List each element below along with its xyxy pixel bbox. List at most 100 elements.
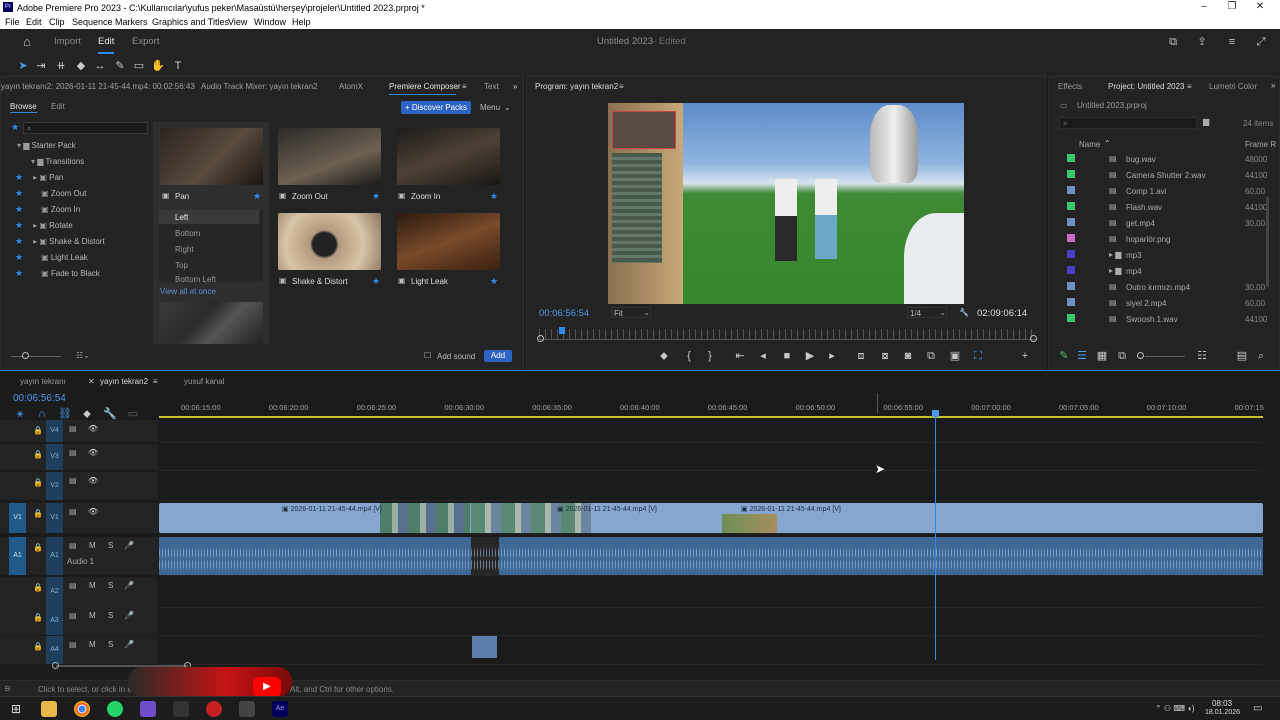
selection-tool-icon[interactable]: ➤: [16, 59, 30, 73]
thumb-extra-image[interactable]: [160, 302, 263, 344]
play-icon[interactable]: ▶: [803, 349, 817, 363]
tree-starter-pack[interactable]: ▾ ▆ Starter Pack: [1, 140, 151, 156]
playhead-handle[interactable]: [932, 410, 939, 417]
file-explorer-icon[interactable]: [41, 701, 57, 717]
panel-menu-icon[interactable]: ≡: [619, 82, 624, 91]
close-tab-icon[interactable]: ✕: [88, 377, 95, 386]
wrench-icon[interactable]: 🔧: [103, 407, 117, 421]
list-view-icon[interactable]: ☷⌄: [76, 351, 90, 360]
mic-icon[interactable]: 🎤: [124, 611, 134, 620]
star-icon[interactable]: ★: [490, 191, 498, 202]
seq-tab-3[interactable]: yusuf kanal: [184, 377, 224, 386]
home-icon[interactable]: ⌂: [20, 35, 34, 49]
hand-icon[interactable]: ✋: [151, 59, 165, 73]
extract-icon[interactable]: ⧇: [878, 349, 892, 363]
star-icon[interactable]: ★: [490, 276, 498, 287]
fit-select[interactable]: Fit ⌄: [611, 307, 651, 318]
tab-project[interactable]: Project: Untitled 2023: [1108, 82, 1185, 91]
project-item[interactable]: ▤ Camera Shutter 2.wav 44100: [1049, 167, 1280, 183]
source-patch[interactable]: A1: [9, 537, 26, 575]
program-video-frame[interactable]: [608, 103, 964, 304]
seq-tab-1[interactable]: yayın tekranı: [20, 377, 66, 386]
mute-button[interactable]: M: [89, 611, 96, 620]
close-icon[interactable]: ✕: [1254, 1, 1266, 13]
pen-icon[interactable]: ✎: [113, 59, 127, 73]
solo-button[interactable]: S: [108, 640, 113, 649]
composer-search-input[interactable]: ⌕: [23, 122, 148, 134]
eye-icon[interactable]: 👁: [88, 507, 98, 516]
menu-window[interactable]: Window: [254, 17, 286, 27]
label-color-swatch[interactable]: [1067, 234, 1075, 242]
mic-icon[interactable]: 🎤: [124, 581, 134, 590]
app-icon-2[interactable]: [173, 701, 189, 717]
freeform-view-icon[interactable]: ⧉: [1115, 349, 1129, 363]
menu-icon[interactable]: ≡: [1225, 35, 1239, 49]
label-color-swatch[interactable]: [1067, 298, 1075, 306]
share-icon[interactable]: ⇪: [1195, 35, 1209, 49]
program-timecode[interactable]: 00:06:56:54: [539, 308, 589, 319]
tree-pan[interactable]: ★ ▸ ▣ Pan: [1, 172, 151, 188]
timeline-playhead[interactable]: [935, 416, 936, 660]
chrome-icon[interactable]: [74, 701, 90, 717]
project-item[interactable]: ▤ Outro kırmızı.mp4 30,00: [1049, 279, 1280, 295]
tray-icons[interactable]: ⌃ ⚇ ⌨ ◖): [1155, 704, 1195, 713]
insert-overwrite-icon[interactable]: ⚹: [13, 407, 27, 421]
sync-lock-icon[interactable]: ▤: [69, 541, 77, 550]
stop-icon[interactable]: ■: [780, 349, 794, 363]
star-icon[interactable]: ★: [15, 204, 23, 214]
safe-margins-icon[interactable]: ▣: [948, 349, 962, 363]
mark-out-icon[interactable]: }: [703, 349, 717, 363]
panel-menu-icon[interactable]: ≡: [153, 377, 158, 386]
lock-icon[interactable]: 🔒: [33, 509, 43, 518]
program-tab[interactable]: Program: yayın tekran2: [535, 82, 618, 91]
new-bin-icon[interactable]: ▆: [1203, 117, 1209, 126]
star-icon[interactable]: ★: [15, 172, 23, 182]
label-color-swatch[interactable]: [1067, 314, 1075, 322]
star-icon[interactable]: ★: [372, 276, 380, 287]
new-item-icon[interactable]: ▤: [1235, 349, 1249, 363]
chevron-down-icon[interactable]: ⌄: [504, 103, 511, 112]
checkbox-icon[interactable]: ▣: [279, 276, 287, 285]
zoom-slider[interactable]: [1145, 356, 1185, 357]
thumb-size-slider[interactable]: [11, 356, 61, 357]
snap-icon[interactable]: ∩: [35, 407, 49, 421]
proxy-toggle-icon[interactable]: ⛶: [971, 349, 985, 363]
project-item[interactable]: ▸ ▆ mp3: [1049, 247, 1280, 263]
menu-help[interactable]: Help: [292, 17, 311, 27]
star-icon[interactable]: ★: [15, 268, 23, 278]
label-color-swatch[interactable]: [1067, 282, 1075, 290]
lock-icon[interactable]: 🔒: [33, 450, 43, 459]
tab-text[interactable]: Text: [484, 82, 499, 91]
label-color-swatch[interactable]: [1067, 186, 1075, 194]
tree-shake[interactable]: ★ ▸ ▣ Shake & Distort: [1, 236, 151, 252]
timeline-timecode[interactable]: 00:06:56:54: [13, 393, 66, 404]
thumb-shake-image[interactable]: [278, 213, 381, 270]
zoom-handle-right[interactable]: [1030, 335, 1037, 342]
linked-selection-icon[interactable]: ⛓: [58, 407, 72, 421]
pan-option-bottom-left[interactable]: Bottom Left: [175, 275, 216, 282]
project-item[interactable]: ▤ siyel 2.mp4 60,00: [1049, 295, 1280, 311]
tree-rotate[interactable]: ★ ▸ ▣ Rotate: [1, 220, 151, 236]
whatsapp-icon[interactable]: [107, 701, 123, 717]
label-color-swatch[interactable]: [1067, 154, 1075, 162]
solo-button[interactable]: S: [108, 541, 113, 550]
list-view-icon[interactable]: ☰: [1075, 349, 1089, 363]
checkbox-icon[interactable]: ▣: [398, 276, 406, 285]
tree-fade[interactable]: ★ ▣ Fade to Black: [1, 268, 151, 284]
star-icon[interactable]: ★: [15, 236, 23, 246]
scrollbar[interactable]: [1266, 197, 1269, 287]
icon-view-icon[interactable]: ▦: [1095, 349, 1109, 363]
tab-export[interactable]: Export: [132, 36, 159, 47]
thumb-zoom-in-image[interactable]: [397, 128, 500, 185]
track-label[interactable]: A3: [46, 607, 63, 635]
lock-icon[interactable]: 🔒: [33, 426, 43, 435]
work-area-bar[interactable]: [159, 416, 1263, 418]
track-label[interactable]: A2: [46, 577, 63, 607]
app-icon-3[interactable]: [206, 701, 222, 717]
project-search-input[interactable]: ⌕: [1059, 117, 1197, 129]
tab-effects[interactable]: Effects: [1058, 82, 1082, 91]
step-back-icon[interactable]: ◂: [756, 349, 770, 363]
view-all-link[interactable]: View all at once: [160, 287, 216, 296]
windows-start-icon[interactable]: ⊞: [8, 701, 24, 717]
subtab-edit[interactable]: Edit: [51, 102, 65, 111]
